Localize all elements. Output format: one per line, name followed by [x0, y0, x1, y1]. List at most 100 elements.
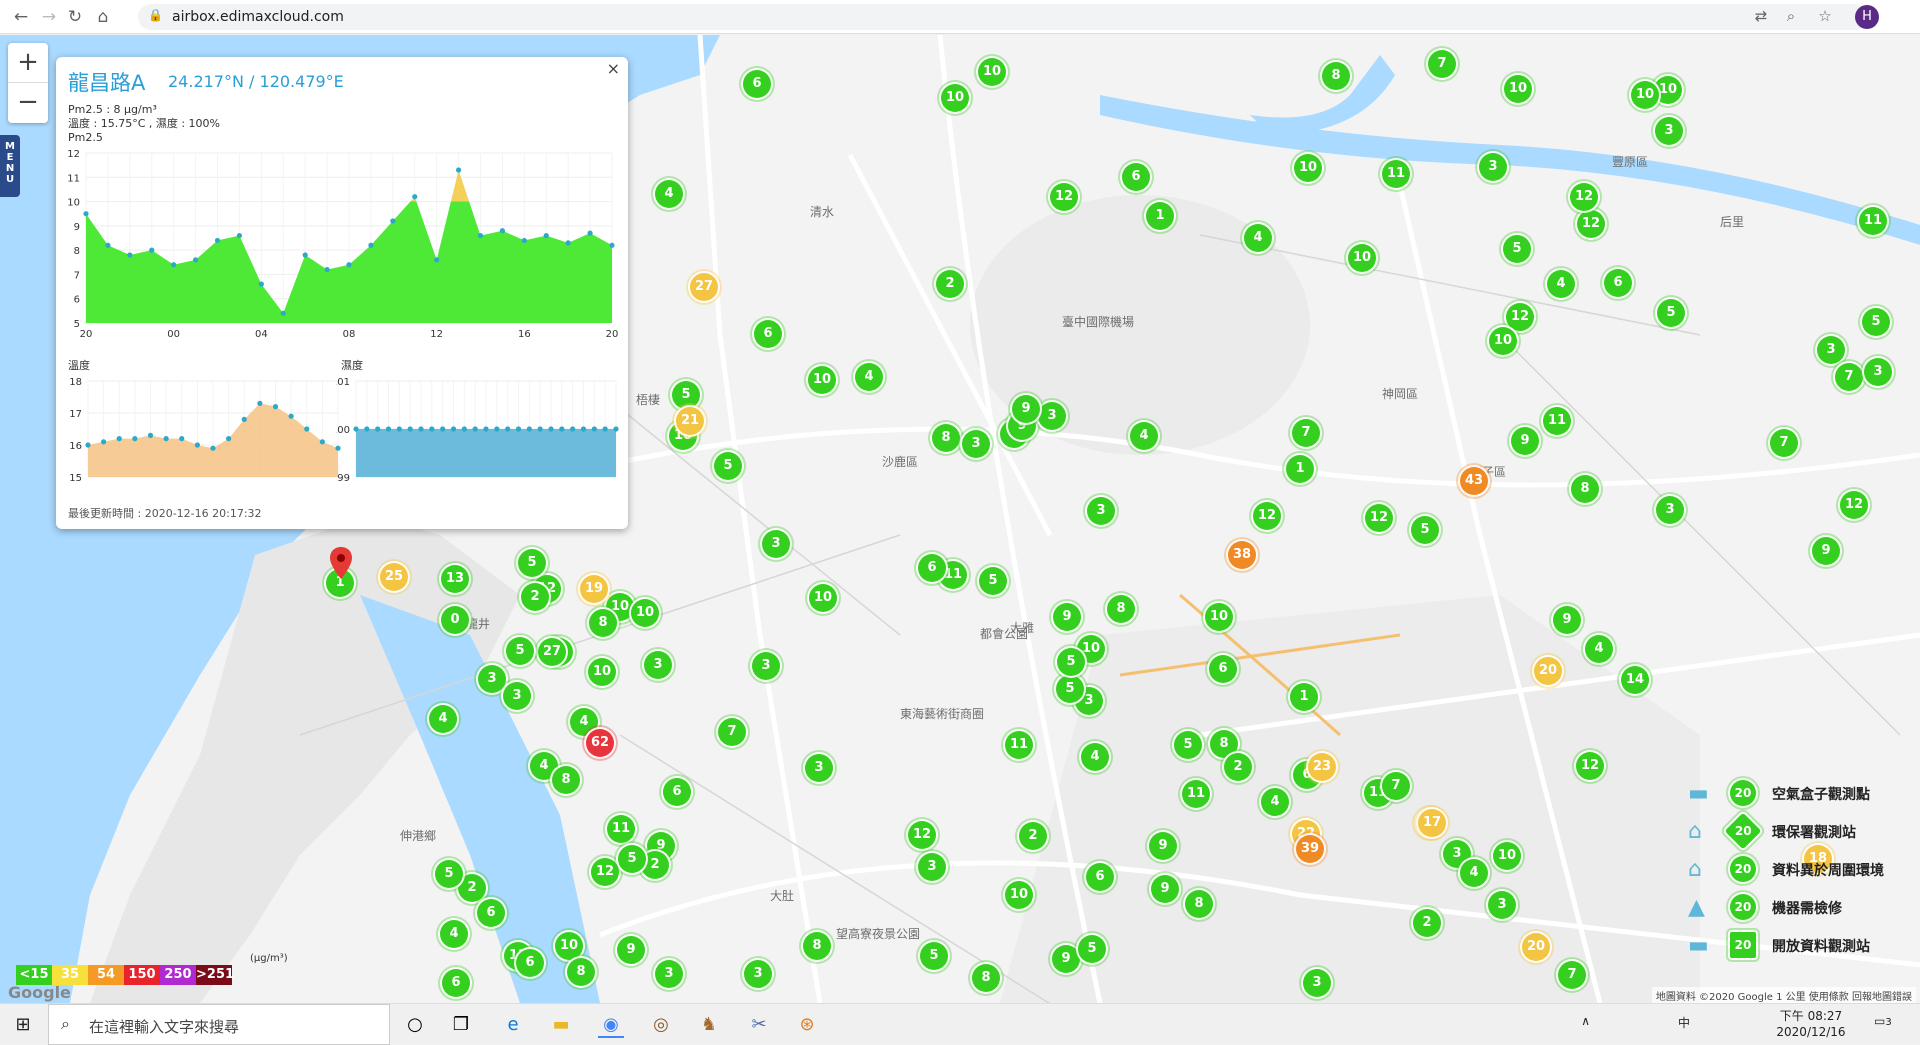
- station-marker[interactable]: 4: [1585, 635, 1613, 663]
- station-marker[interactable]: 2: [521, 583, 549, 611]
- station-marker[interactable]: 8: [803, 932, 831, 960]
- home-icon[interactable]: ⌂: [92, 6, 114, 28]
- station-marker[interactable]: 5: [979, 567, 1007, 595]
- station-marker[interactable]: 3: [744, 960, 772, 988]
- station-marker[interactable]: 10: [1205, 603, 1233, 631]
- station-marker[interactable]: 8: [1107, 595, 1135, 623]
- station-marker[interactable]: 6: [1209, 655, 1237, 683]
- station-marker[interactable]: 6: [743, 70, 771, 98]
- station-marker[interactable]: 7: [1835, 363, 1863, 391]
- location-pin-icon[interactable]: [330, 547, 352, 579]
- station-marker[interactable]: 2: [1224, 753, 1252, 781]
- station-marker[interactable]: 8: [552, 766, 580, 794]
- station-marker[interactable]: 6: [1604, 269, 1632, 297]
- station-marker[interactable]: 5: [1503, 235, 1531, 263]
- station-marker[interactable]: 9: [1052, 945, 1080, 973]
- station-marker[interactable]: 3: [1864, 358, 1892, 386]
- station-marker[interactable]: 12: [1506, 303, 1534, 331]
- station-marker[interactable]: 20: [1522, 933, 1550, 961]
- reload-icon[interactable]: ↻: [64, 6, 86, 28]
- station-marker[interactable]: 8: [1322, 62, 1350, 90]
- station-marker[interactable]: 6: [754, 320, 782, 348]
- tray-chevron-icon[interactable]: ∧: [1581, 1014, 1590, 1028]
- map-canvas[interactable]: 臺中國際機場 沙鹿區 清水 神岡區 潭子區 梧棲 龍井 伸港鄉 大肚 豐原區 后…: [0, 35, 1920, 1003]
- station-marker[interactable]: 12: [1253, 502, 1281, 530]
- station-marker[interactable]: 3: [805, 754, 833, 782]
- station-marker[interactable]: 27: [538, 638, 566, 666]
- station-marker[interactable]: 10: [1504, 75, 1532, 103]
- station-marker[interactable]: 4: [855, 363, 883, 391]
- station-marker[interactable]: 3: [762, 530, 790, 558]
- station-marker[interactable]: 17: [1418, 809, 1446, 837]
- station-marker[interactable]: 3: [1038, 402, 1066, 430]
- station-marker[interactable]: 9: [1553, 606, 1581, 634]
- station-marker[interactable]: 5: [506, 637, 534, 665]
- station-marker[interactable]: 8: [932, 424, 960, 452]
- station-marker[interactable]: 9: [1151, 875, 1179, 903]
- station-marker[interactable]: 9: [1053, 603, 1081, 631]
- station-marker[interactable]: 1: [1290, 683, 1318, 711]
- app-icon[interactable]: ◎: [648, 1012, 674, 1038]
- task-view-icon[interactable]: ❐: [448, 1012, 474, 1038]
- station-marker[interactable]: 3: [918, 853, 946, 881]
- close-icon[interactable]: ×: [607, 59, 620, 78]
- station-marker[interactable]: 4: [655, 180, 683, 208]
- station-marker[interactable]: 12: [591, 858, 619, 886]
- station-marker[interactable]: 3: [752, 652, 780, 680]
- station-marker[interactable]: 5: [1056, 675, 1084, 703]
- station-marker[interactable]: 5: [618, 845, 646, 873]
- bookmark-star-icon[interactable]: ☆: [1814, 5, 1836, 27]
- station-marker[interactable]: 5: [672, 381, 700, 409]
- menu-tab[interactable]: MENU: [0, 135, 20, 197]
- station-marker[interactable]: 8: [567, 958, 595, 986]
- windows-start-icon[interactable]: ⊞: [10, 1012, 36, 1038]
- station-marker[interactable]: 11: [1005, 731, 1033, 759]
- station-marker[interactable]: 12: [1840, 491, 1868, 519]
- station-marker[interactable]: 14: [1621, 666, 1649, 694]
- station-marker[interactable]: 10: [1348, 244, 1376, 272]
- station-marker[interactable]: 2: [1413, 909, 1441, 937]
- edge-icon[interactable]: e: [500, 1012, 526, 1038]
- station-marker[interactable]: 3: [478, 665, 506, 693]
- station-marker[interactable]: 9: [1812, 537, 1840, 565]
- station-marker[interactable]: 6: [663, 778, 691, 806]
- station-marker[interactable]: 11: [1543, 407, 1571, 435]
- station-marker[interactable]: 5: [518, 549, 546, 577]
- station-marker[interactable]: 4: [1081, 743, 1109, 771]
- station-marker[interactable]: 3: [1303, 969, 1331, 997]
- station-marker[interactable]: 5: [1174, 731, 1202, 759]
- station-marker[interactable]: 12: [1050, 183, 1078, 211]
- station-marker[interactable]: 4: [1261, 788, 1289, 816]
- station-marker[interactable]: 10: [1005, 881, 1033, 909]
- station-marker[interactable]: 39: [1296, 835, 1324, 863]
- station-marker[interactable]: 3: [1656, 496, 1684, 524]
- back-icon[interactable]: ←: [10, 6, 32, 28]
- station-marker[interactable]: 8: [1571, 475, 1599, 503]
- station-marker[interactable]: 10: [978, 58, 1006, 86]
- station-marker[interactable]: 3: [644, 651, 672, 679]
- station-marker[interactable]: 10: [1294, 154, 1322, 182]
- station-marker[interactable]: 5: [1078, 935, 1106, 963]
- station-marker[interactable]: 7: [1382, 772, 1410, 800]
- station-marker[interactable]: 23: [1308, 753, 1336, 781]
- station-marker[interactable]: 5: [1657, 299, 1685, 327]
- cortana-icon[interactable]: ○: [402, 1012, 428, 1038]
- station-marker[interactable]: 11: [607, 815, 635, 843]
- chrome-icon[interactable]: ◉: [598, 1012, 624, 1038]
- zoom-out-button[interactable]: −: [8, 83, 48, 123]
- station-marker[interactable]: 27: [690, 273, 718, 301]
- station-marker[interactable]: 7: [1292, 419, 1320, 447]
- zoom-in-button[interactable]: +: [8, 43, 48, 83]
- station-marker[interactable]: 43: [1460, 467, 1488, 495]
- station-marker[interactable]: 10: [808, 366, 836, 394]
- station-marker[interactable]: 3: [1488, 891, 1516, 919]
- station-marker[interactable]: 1: [1146, 202, 1174, 230]
- station-marker[interactable]: 9: [1511, 427, 1539, 455]
- station-marker[interactable]: 7: [1428, 50, 1456, 78]
- station-marker[interactable]: 9: [617, 936, 645, 964]
- address-bar[interactable]: 🔒 airbox.edimaxcloud.com: [138, 4, 1868, 30]
- station-marker[interactable]: 7: [1770, 429, 1798, 457]
- station-marker[interactable]: 8: [589, 609, 617, 637]
- station-marker[interactable]: 12: [1570, 183, 1598, 211]
- station-marker[interactable]: 5: [714, 452, 742, 480]
